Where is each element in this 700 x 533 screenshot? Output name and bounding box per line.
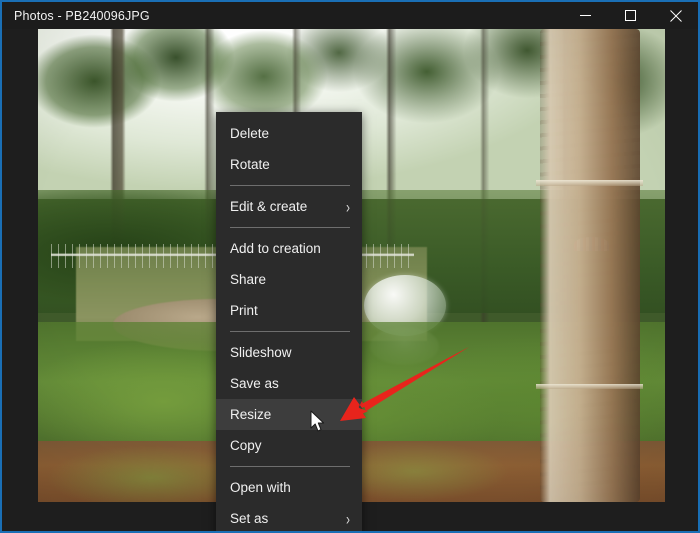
title-bar[interactable]: Photos - PB240096JPG: [2, 2, 698, 29]
close-icon: [669, 9, 682, 22]
menu-separator: [230, 331, 350, 332]
chevron-right-icon: ›: [346, 509, 350, 528]
menu-item-label: Copy: [230, 437, 262, 453]
menu-item-set-as[interactable]: Set as ›: [216, 503, 362, 531]
menu-separator: [230, 185, 350, 186]
menu-item-label: Save as: [230, 375, 279, 391]
menu-item-delete[interactable]: Delete: [216, 118, 362, 149]
menu-item-label: Slideshow: [230, 344, 292, 360]
maximize-button[interactable]: [608, 2, 653, 29]
photo-viewer-canvas[interactable]: Delete Rotate Edit & create › Add to creatio…: [2, 29, 698, 531]
menu-item-slideshow[interactable]: Slideshow: [216, 337, 362, 368]
minimize-icon: [580, 15, 591, 16]
menu-item-print[interactable]: Print: [216, 295, 362, 326]
menu-separator: [230, 466, 350, 467]
menu-item-copy[interactable]: Copy: [216, 430, 362, 461]
chevron-right-icon: ›: [346, 197, 350, 216]
menu-item-label: Share: [230, 271, 267, 287]
window-controls: [563, 2, 698, 29]
menu-item-label: Print: [230, 302, 258, 318]
menu-item-save-as[interactable]: Save as: [216, 368, 362, 399]
menu-separator: [230, 227, 350, 228]
close-button[interactable]: [653, 2, 698, 29]
photo-context-menu[interactable]: Delete Rotate Edit & create › Add to creatio…: [216, 112, 362, 531]
menu-item-label: Delete: [230, 125, 270, 141]
menu-item-label: Rotate: [230, 156, 270, 172]
menu-item-label: Edit & create: [230, 198, 308, 214]
menu-item-label: Add to creation: [230, 240, 321, 256]
menu-item-add-to-creation[interactable]: Add to creation: [216, 233, 362, 264]
menu-item-rotate[interactable]: Rotate: [216, 149, 362, 180]
minimize-button[interactable]: [563, 2, 608, 29]
menu-item-share[interactable]: Share: [216, 264, 362, 295]
menu-item-label: Set as: [230, 510, 269, 526]
window-title: Photos - PB240096JPG: [14, 8, 150, 23]
menu-item-open-with[interactable]: Open with: [216, 472, 362, 503]
menu-item-label: Resize: [230, 406, 272, 422]
menu-item-resize[interactable]: Resize: [216, 399, 362, 430]
photos-app-window: Photos - PB240096JPG Delete Rotate Edit …: [0, 0, 700, 533]
menu-item-label: Open with: [230, 479, 291, 495]
menu-item-edit-create[interactable]: Edit & create ›: [216, 191, 362, 222]
maximize-icon: [625, 10, 636, 21]
